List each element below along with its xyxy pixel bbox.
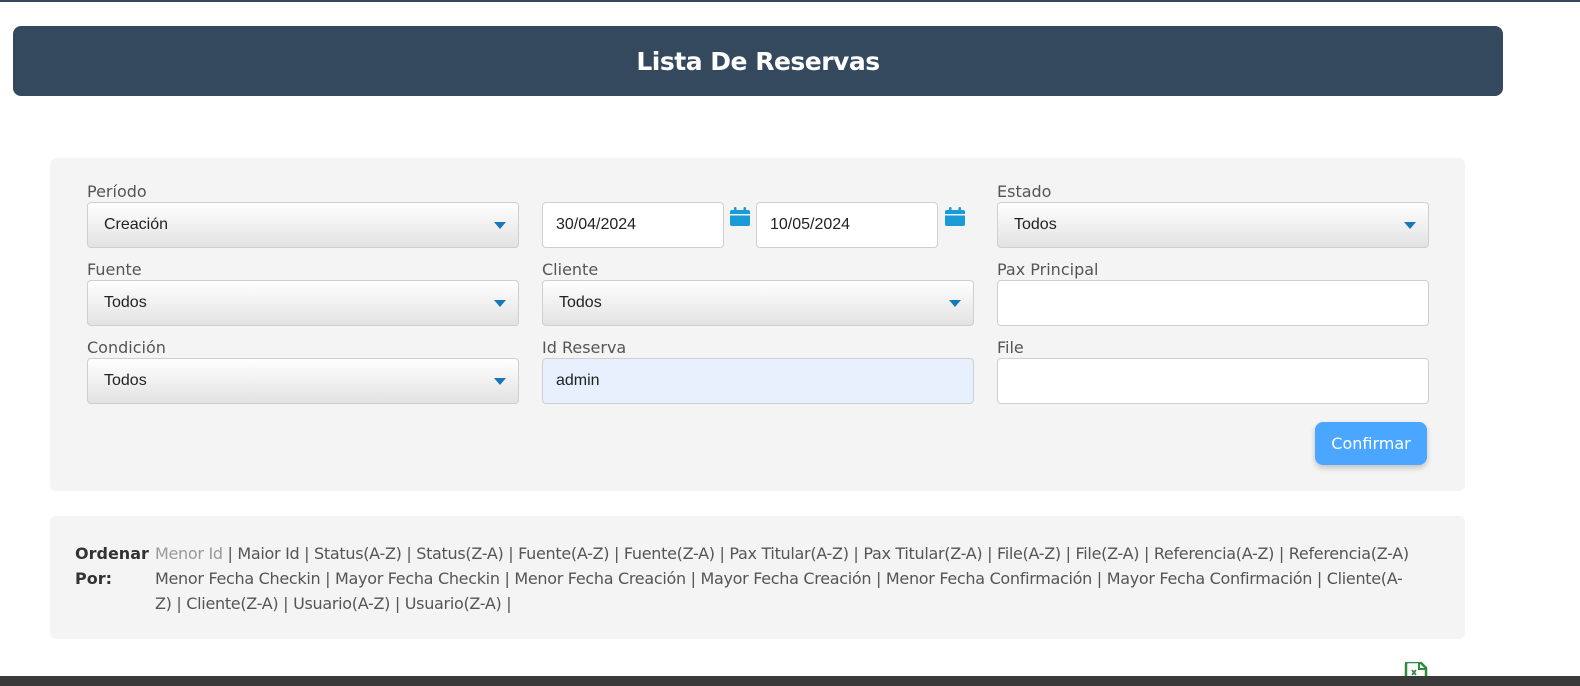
order-separator: | bbox=[1092, 569, 1107, 588]
order-separator: | bbox=[1274, 544, 1289, 563]
fuente-value: Todos bbox=[104, 294, 147, 311]
calendar-icon[interactable] bbox=[944, 207, 966, 227]
order-separator: | bbox=[222, 544, 238, 563]
order-option[interactable]: Pax Titular(Z-A) bbox=[863, 544, 982, 563]
confirm-button[interactable]: Confirmar bbox=[1315, 422, 1427, 465]
page-header: Lista De Reservas bbox=[13, 26, 1503, 96]
page-title: Lista De Reservas bbox=[636, 46, 880, 76]
chevron-down-icon bbox=[949, 300, 961, 307]
order-separator: | bbox=[401, 544, 417, 563]
order-separator: | bbox=[299, 544, 315, 563]
pax-principal-label: Pax Principal bbox=[997, 260, 1099, 279]
order-option[interactable]: Fuente(Z-A) bbox=[624, 544, 715, 563]
cliente-value: Todos bbox=[559, 294, 602, 311]
estado-select[interactable]: Todos bbox=[997, 202, 1429, 248]
file-input[interactable] bbox=[997, 358, 1429, 404]
order-option[interactable]: Usuario(Z-A) bbox=[405, 594, 502, 613]
order-separator: | bbox=[1060, 544, 1076, 563]
order-option[interactable]: Fuente(A-Z) bbox=[518, 544, 609, 563]
order-separator: | bbox=[503, 544, 519, 563]
order-option[interactable]: Menor Fecha Checkin bbox=[155, 569, 321, 588]
fuente-label: Fuente bbox=[87, 260, 142, 279]
order-separator: | bbox=[278, 594, 294, 613]
order-separator: | bbox=[171, 594, 187, 613]
order-option[interactable]: Mayor Fecha Confirmación bbox=[1107, 569, 1313, 588]
order-option[interactable]: Mayor Fecha Checkin bbox=[335, 569, 500, 588]
order-option[interactable]: File(Z-A) bbox=[1076, 544, 1140, 563]
periodo-value: Creación bbox=[104, 216, 169, 233]
order-separator: | bbox=[501, 594, 512, 613]
order-option[interactable]: Menor Fecha Creación bbox=[514, 569, 686, 588]
pax-principal-input[interactable] bbox=[997, 280, 1429, 326]
periodo-label: Período bbox=[87, 182, 147, 201]
order-option[interactable]: Maior Id bbox=[237, 544, 299, 563]
cliente-select[interactable]: Todos bbox=[542, 280, 974, 326]
order-option[interactable]: Pax Titular(A-Z) bbox=[729, 544, 849, 563]
order-separator: | bbox=[390, 594, 405, 613]
date-to-input[interactable]: 10/05/2024 bbox=[756, 202, 938, 248]
id-reserva-label: Id Reserva bbox=[542, 338, 627, 357]
file-label: File bbox=[997, 338, 1024, 357]
estado-value: Todos bbox=[1014, 216, 1057, 233]
order-option[interactable]: Referencia(A-Z) bbox=[1154, 544, 1275, 563]
order-separator: | bbox=[685, 569, 701, 588]
order-label: Ordenar Por: bbox=[75, 544, 149, 588]
fuente-select[interactable]: Todos bbox=[87, 280, 519, 326]
id-reserva-input[interactable]: admin bbox=[542, 358, 974, 404]
order-separator: | bbox=[1139, 544, 1154, 563]
order-option[interactable]: Mayor Fecha Creación bbox=[700, 569, 871, 588]
order-option[interactable]: File(A-Z) bbox=[997, 544, 1061, 563]
order-option[interactable]: Referencia(Z-A) bbox=[1289, 544, 1409, 563]
bottom-bar bbox=[0, 676, 1580, 686]
condicion-select[interactable]: Todos bbox=[87, 358, 519, 404]
chevron-down-icon bbox=[1404, 222, 1416, 229]
order-separator: | bbox=[320, 569, 336, 588]
order-separator: | bbox=[848, 544, 864, 563]
estado-label: Estado bbox=[997, 182, 1052, 201]
condicion-label: Condición bbox=[87, 338, 166, 357]
order-separator: | bbox=[1312, 569, 1327, 588]
chevron-down-icon bbox=[494, 222, 506, 229]
order-separator: | bbox=[499, 569, 515, 588]
top-rule bbox=[0, 0, 1580, 2]
order-options: Menor Id | Maior Id | Status(A-Z) | Stat… bbox=[155, 541, 1415, 616]
order-option[interactable]: Status(Z-A) bbox=[416, 544, 504, 563]
order-option[interactable]: Status(A-Z) bbox=[314, 544, 402, 563]
order-separator: | bbox=[871, 569, 886, 588]
chevron-down-icon bbox=[494, 378, 506, 385]
order-separator: | bbox=[714, 544, 730, 563]
order-separator: | bbox=[609, 544, 624, 563]
order-separator: | bbox=[982, 544, 997, 563]
order-option[interactable]: Menor Fecha Confirmación bbox=[886, 569, 1092, 588]
condicion-value: Todos bbox=[104, 372, 147, 389]
periodo-select[interactable]: Creación bbox=[87, 202, 519, 248]
excel-export-icon[interactable] bbox=[1404, 662, 1428, 676]
date-from-input[interactable]: 30/04/2024 bbox=[542, 202, 724, 248]
chevron-down-icon bbox=[494, 300, 506, 307]
order-option[interactable]: Menor Id bbox=[155, 544, 223, 563]
order-option[interactable]: Usuario(A-Z) bbox=[293, 594, 390, 613]
calendar-icon[interactable] bbox=[729, 207, 751, 227]
cliente-label: Cliente bbox=[542, 260, 599, 279]
order-option[interactable]: Cliente(Z-A) bbox=[186, 594, 278, 613]
